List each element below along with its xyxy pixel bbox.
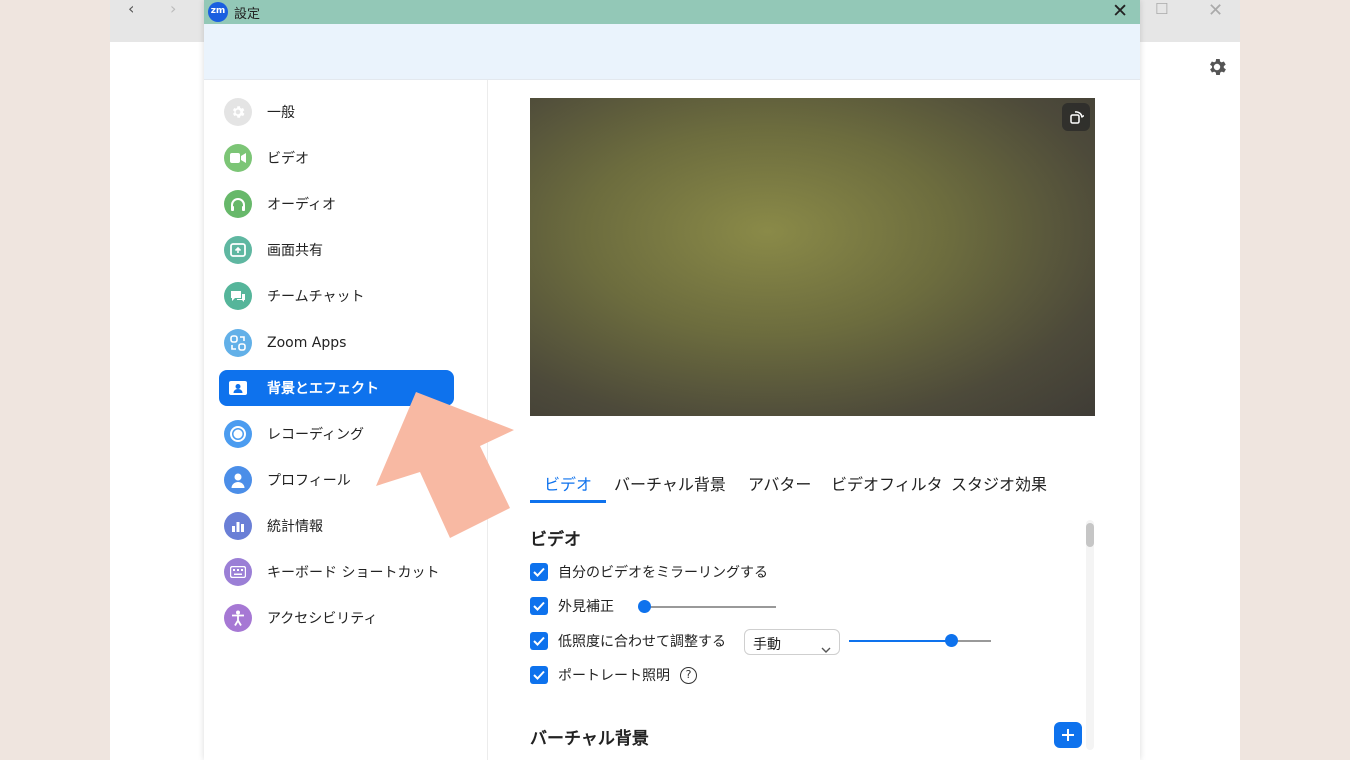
tab-virtual-background[interactable]: バーチャル背景 <box>614 470 726 503</box>
virtual-background-section-title: バーチャル背景 <box>530 729 649 749</box>
background-close-button[interactable]: ✕ <box>1208 0 1223 21</box>
sidebar-item-label: 統計情報 <box>267 519 323 535</box>
sidebar-item-label: レコーディング <box>267 427 365 443</box>
maximize-button[interactable]: ☐ <box>1155 0 1168 18</box>
forward-button[interactable]: › <box>170 0 176 18</box>
record-icon <box>224 420 252 448</box>
sidebar-item-label: チームチャット <box>267 289 365 305</box>
sidebar-item-accessibility[interactable]: アクセシビリティ <box>219 600 454 636</box>
low-light-checkbox[interactable] <box>530 632 548 650</box>
apps-icon <box>224 329 252 357</box>
dialog-banner <box>204 24 1140 80</box>
slider-track <box>644 606 776 608</box>
dialog-title: 設定 <box>234 7 261 22</box>
background-icon <box>224 374 252 402</box>
settings-scrollbar[interactable] <box>1086 520 1094 750</box>
video-section-title: ビデオ <box>530 530 581 550</box>
back-button[interactable]: ‹ <box>128 0 134 18</box>
sidebar-item-general[interactable]: 一般 <box>219 94 454 130</box>
low-light-mode-select[interactable]: 手動 <box>744 629 840 655</box>
mirror-video-label: 自分のビデオをミラーリングする <box>558 565 768 581</box>
zoom-logo: zm <box>208 2 228 22</box>
sidebar-item-label: オーディオ <box>267 197 337 213</box>
sidebar-item-zoom-apps[interactable]: Zoom Apps <box>219 325 454 361</box>
touch-up-slider[interactable] <box>638 600 778 614</box>
tab-avatar[interactable]: アバター <box>748 470 811 503</box>
portrait-lighting-label: ポートレート照明 <box>558 668 670 684</box>
tab-studio-effects[interactable]: スタジオ効果 <box>951 470 1047 503</box>
touch-up-label: 外見補正 <box>558 599 614 615</box>
settings-dialog: zm 設定 ✕ 一般 ビデオ オーディオ 画面共有 チームチャット Zoom A… <box>204 0 1140 760</box>
sidebar-item-label: キーボード ショートカット <box>267 565 440 581</box>
sidebar-item-team-chat[interactable]: チームチャット <box>219 278 454 314</box>
scrollbar-thumb[interactable] <box>1086 523 1094 547</box>
low-light-option: 低照度に合わせて調整する <box>530 631 726 651</box>
video-preview <box>530 98 1095 416</box>
chat-icon <box>224 282 252 310</box>
dialog-titlebar: zm 設定 ✕ <box>204 0 1140 24</box>
sidebar-item-keyboard-shortcuts[interactable]: キーボード ショートカット <box>219 554 454 590</box>
low-light-label: 低照度に合わせて調整する <box>558 634 726 650</box>
profile-icon <box>224 466 252 494</box>
share-screen-icon <box>224 236 252 264</box>
touch-up-option: 外見補正 <box>530 596 614 616</box>
chevron-down-icon <box>821 638 831 657</box>
gear-icon <box>224 98 252 126</box>
annotation-arrow <box>376 392 514 538</box>
select-value: 手動 <box>753 637 781 653</box>
add-background-button[interactable] <box>1054 722 1082 748</box>
rotate-camera-icon[interactable] <box>1062 103 1090 131</box>
sidebar-item-screen-share[interactable]: 画面共有 <box>219 232 454 268</box>
video-camera-icon <box>224 144 252 172</box>
mirror-video-checkbox[interactable] <box>530 563 548 581</box>
accessibility-icon <box>224 604 252 632</box>
slider-fill <box>849 640 951 642</box>
slider-knob[interactable] <box>945 634 958 647</box>
tab-video-filter[interactable]: ビデオフィルタ <box>831 470 943 503</box>
touch-up-checkbox[interactable] <box>530 597 548 615</box>
portrait-lighting-checkbox[interactable] <box>530 666 548 684</box>
slider-knob[interactable] <box>638 600 651 613</box>
mirror-video-option: 自分のビデオをミラーリングする <box>530 562 768 582</box>
keyboard-icon <box>224 558 252 586</box>
gear-icon[interactable] <box>1206 56 1228 78</box>
sidebar-item-label: ビデオ <box>267 151 309 167</box>
sidebar-item-audio[interactable]: オーディオ <box>219 186 454 222</box>
sidebar-item-label: プロフィール <box>267 473 351 489</box>
dialog-close-button[interactable]: ✕ <box>1112 0 1128 22</box>
sidebar-item-label: 一般 <box>267 105 295 121</box>
headphones-icon <box>224 190 252 218</box>
statistics-icon <box>224 512 252 540</box>
portrait-lighting-option: ポートレート照明 ? <box>530 665 697 685</box>
tab-video[interactable]: ビデオ <box>530 470 607 503</box>
sidebar-item-label: アクセシビリティ <box>267 611 378 627</box>
help-icon[interactable]: ? <box>680 666 697 684</box>
sidebar-item-video[interactable]: ビデオ <box>219 140 454 176</box>
sidebar-item-label: 背景とエフェクト <box>267 381 379 397</box>
low-light-slider[interactable] <box>849 634 991 648</box>
sidebar-item-label: Zoom Apps <box>267 335 347 351</box>
sidebar-item-label: 画面共有 <box>267 243 323 259</box>
